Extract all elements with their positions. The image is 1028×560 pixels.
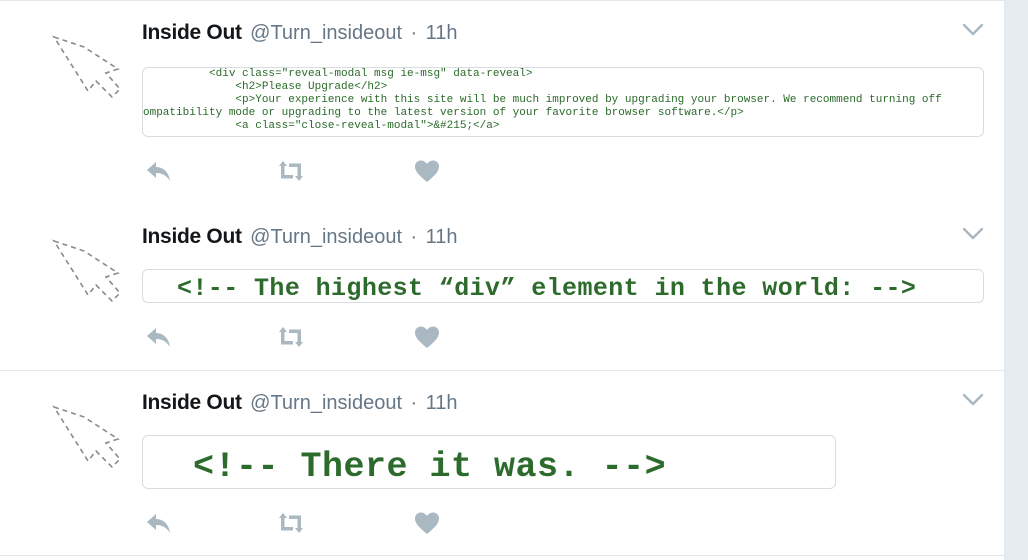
code-line: ... bbox=[143, 133, 242, 136]
timeline: Inside Out @Turn_insideout · 11h <div cl… bbox=[0, 0, 1005, 560]
separator: · bbox=[410, 392, 418, 414]
tweet[interactable]: Inside Out @Turn_insideout · 11h <div cl… bbox=[0, 0, 1004, 206]
code-screenshot[interactable]: <div class="reveal-modal msg ie-msg" dat… bbox=[142, 67, 984, 137]
tweet-header: Inside Out @Turn_insideout · 11h bbox=[142, 391, 457, 415]
cursor-arrow-icon[interactable] bbox=[48, 399, 124, 475]
reply-icon[interactable] bbox=[144, 323, 174, 351]
code-line: <p>Your experience with this site will b… bbox=[143, 94, 942, 106]
code-line: <a class="close-reveal-modal">&#215;</a> bbox=[143, 120, 500, 132]
chevron-down-icon[interactable] bbox=[962, 227, 984, 241]
heart-icon[interactable] bbox=[412, 157, 442, 185]
timestamp[interactable]: 11h bbox=[426, 226, 458, 248]
heart-icon[interactable] bbox=[412, 323, 442, 351]
code-comment: <!-- There it was. --> bbox=[193, 447, 667, 487]
code-comment: <!-- The highest “div” element in the wo… bbox=[177, 274, 917, 303]
reply-icon[interactable] bbox=[144, 157, 174, 185]
code-line: ompatibility mode or upgrading to the la… bbox=[143, 107, 744, 119]
separator: · bbox=[410, 22, 418, 44]
cursor-arrow-icon[interactable] bbox=[48, 29, 124, 105]
tweet-actions bbox=[142, 323, 462, 351]
author-handle[interactable]: @Turn_insideout bbox=[250, 392, 402, 414]
code-line: <div class="reveal-modal msg ie-msg" dat… bbox=[143, 68, 533, 80]
code-screenshot[interactable]: <!-- There it was. --> bbox=[142, 435, 836, 489]
author-name[interactable]: Inside Out bbox=[142, 391, 242, 414]
code-block: <div class="reveal-modal msg ie-msg" dat… bbox=[143, 68, 942, 136]
author-handle[interactable]: @Turn_insideout bbox=[250, 226, 402, 248]
separator: · bbox=[410, 226, 418, 248]
author-name[interactable]: Inside Out bbox=[142, 225, 242, 248]
retweet-icon[interactable] bbox=[276, 509, 306, 537]
timestamp[interactable]: 11h bbox=[426, 22, 458, 44]
tweet[interactable]: Inside Out @Turn_insideout · 11h <!-- Th… bbox=[0, 205, 1004, 371]
retweet-icon[interactable] bbox=[276, 157, 306, 185]
timestamp[interactable]: 11h bbox=[426, 392, 458, 414]
tweet-header: Inside Out @Turn_insideout · 11h bbox=[142, 225, 457, 249]
retweet-icon[interactable] bbox=[276, 323, 306, 351]
author-name[interactable]: Inside Out bbox=[142, 21, 242, 44]
chevron-down-icon[interactable] bbox=[962, 393, 984, 407]
cursor-arrow-icon[interactable] bbox=[48, 233, 124, 309]
tweet-actions bbox=[142, 157, 462, 185]
tweet[interactable]: Inside Out @Turn_insideout · 11h <!-- Th… bbox=[0, 371, 1004, 556]
reply-icon[interactable] bbox=[144, 509, 174, 537]
heart-icon[interactable] bbox=[412, 509, 442, 537]
tweet-header: Inside Out @Turn_insideout · 11h bbox=[142, 21, 457, 45]
author-handle[interactable]: @Turn_insideout bbox=[250, 22, 402, 44]
chevron-down-icon[interactable] bbox=[962, 23, 984, 37]
code-line: <h2>Please Upgrade</h2> bbox=[143, 81, 388, 93]
code-screenshot[interactable]: <!-- The highest “div” element in the wo… bbox=[142, 269, 984, 303]
tweet-actions bbox=[142, 509, 462, 537]
